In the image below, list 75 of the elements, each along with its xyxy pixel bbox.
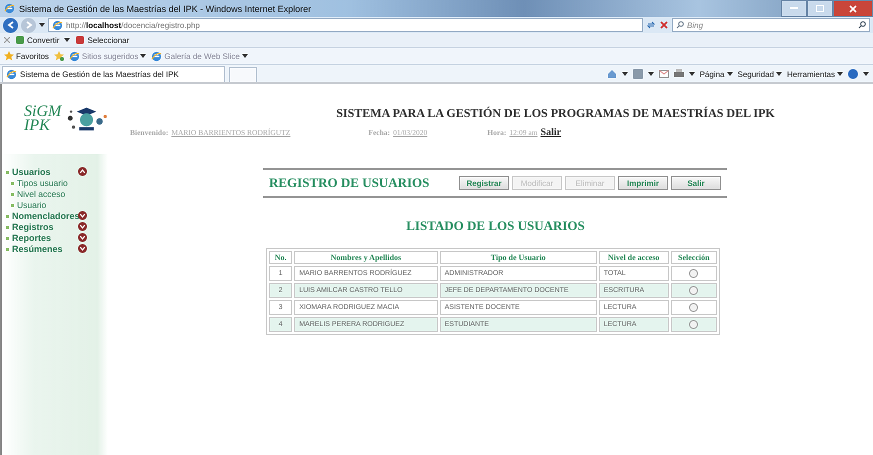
search-icon[interactable]	[858, 21, 866, 29]
column-header: No.	[269, 251, 292, 264]
toolbar-menu[interactable]: Página	[700, 70, 732, 78]
favorite-link[interactable]: Galería de Web Slice	[151, 50, 248, 62]
caret-icon	[863, 72, 869, 76]
action-button[interactable]: Registrar	[459, 176, 509, 190]
caret-icon	[242, 54, 248, 58]
expand-icon[interactable]	[78, 211, 87, 220]
action-button[interactable]: Imprimir	[618, 176, 668, 190]
favorites-button[interactable]: Favoritos	[4, 51, 49, 61]
toolbar-button[interactable]: Seleccionar	[75, 35, 130, 45]
menu-item[interactable]: Nomencladores	[6, 210, 78, 220]
star-icon	[4, 51, 14, 61]
browser-icon	[4, 3, 15, 14]
browser-icon	[151, 50, 162, 62]
menu-item[interactable]: Resúmenes	[6, 244, 78, 254]
window-title: Sistema de Gestión de las Maestrías del IPK - Windows Internet Explorer	[19, 4, 312, 14]
search-icon	[676, 21, 684, 29]
table-title: LISTADO DE LOS USUARIOS	[405, 218, 586, 234]
close-button[interactable]	[833, 0, 873, 17]
back-button[interactable]	[3, 18, 18, 32]
expand-icon[interactable]	[78, 222, 87, 231]
browser-icon	[68, 50, 80, 62]
menu-item[interactable]: Reportes	[6, 232, 78, 242]
radio-button[interactable]	[689, 303, 698, 312]
page-title: SISTEMA PARA LA GESTIÓN DE LOS PROGRAMAS DE MAESTRÍAS DEL IPK	[335, 106, 776, 121]
minimize-icon	[790, 7, 798, 10]
menu-item[interactable]: Registros	[6, 222, 78, 232]
caret-icon	[776, 72, 782, 76]
address-field[interactable]: http://localhost/docencia/registro.php	[48, 18, 643, 32]
print-icon[interactable]	[674, 69, 684, 79]
action-button[interactable]: Salir	[671, 176, 721, 190]
radio-button[interactable]	[689, 286, 698, 295]
caret-icon	[837, 72, 843, 76]
expand-icon[interactable]	[78, 244, 87, 253]
mail-icon[interactable]	[658, 70, 669, 78]
collapse-icon[interactable]	[78, 167, 87, 176]
maximize-button[interactable]	[807, 0, 833, 17]
column-header: Tipo de Usuario	[440, 251, 597, 264]
column-header: Nivel de acceso	[598, 251, 669, 264]
add-favorite-icon[interactable]	[54, 51, 64, 61]
favorite-link[interactable]: Sitios sugeridos	[68, 50, 146, 62]
submenu-item[interactable]: Nivel acceso	[11, 188, 66, 198]
radio-button[interactable]	[689, 269, 698, 278]
close-icon	[849, 4, 857, 12]
form-title: REGISTRO DE USUARIOS	[269, 175, 430, 191]
refresh-icon[interactable]	[646, 20, 656, 30]
caret-icon	[622, 72, 628, 76]
radio-button[interactable]	[689, 320, 698, 329]
caret-icon	[726, 72, 732, 76]
menu-item[interactable]: Usuarios	[6, 166, 78, 176]
column-header: Selección	[670, 251, 717, 264]
caret-icon	[688, 72, 695, 76]
search-field[interactable]: Bing	[672, 18, 870, 32]
maximize-icon	[816, 5, 824, 12]
browser-icon	[6, 69, 17, 80]
caret-icon	[64, 38, 70, 42]
toolbar-menu[interactable]: Herramientas	[786, 70, 843, 78]
caret-icon	[648, 72, 654, 76]
close-icon[interactable]	[4, 37, 10, 43]
minimize-button[interactable]	[781, 0, 807, 17]
logo-text: SiGM IPK	[24, 105, 62, 133]
stop-icon[interactable]	[659, 20, 669, 30]
browser-icon	[52, 20, 63, 30]
home-icon[interactable]	[606, 69, 617, 79]
caret-icon	[39, 23, 45, 27]
logout-link[interactable]: Salir	[540, 127, 562, 138]
toolbar-button[interactable]: Convertir	[15, 35, 60, 45]
submenu-item[interactable]: Tipos usuario	[11, 178, 68, 188]
column-header: Nombres y Apellidos	[294, 251, 438, 264]
browser-tab[interactable]: Sistema de Gestión de las Maestrías del IPK	[2, 66, 225, 82]
toolbar-menu[interactable]: Seguridad	[738, 70, 782, 78]
submenu-item[interactable]: Usuario	[11, 200, 46, 210]
caret-icon	[140, 54, 146, 58]
expand-icon[interactable]	[78, 233, 87, 242]
